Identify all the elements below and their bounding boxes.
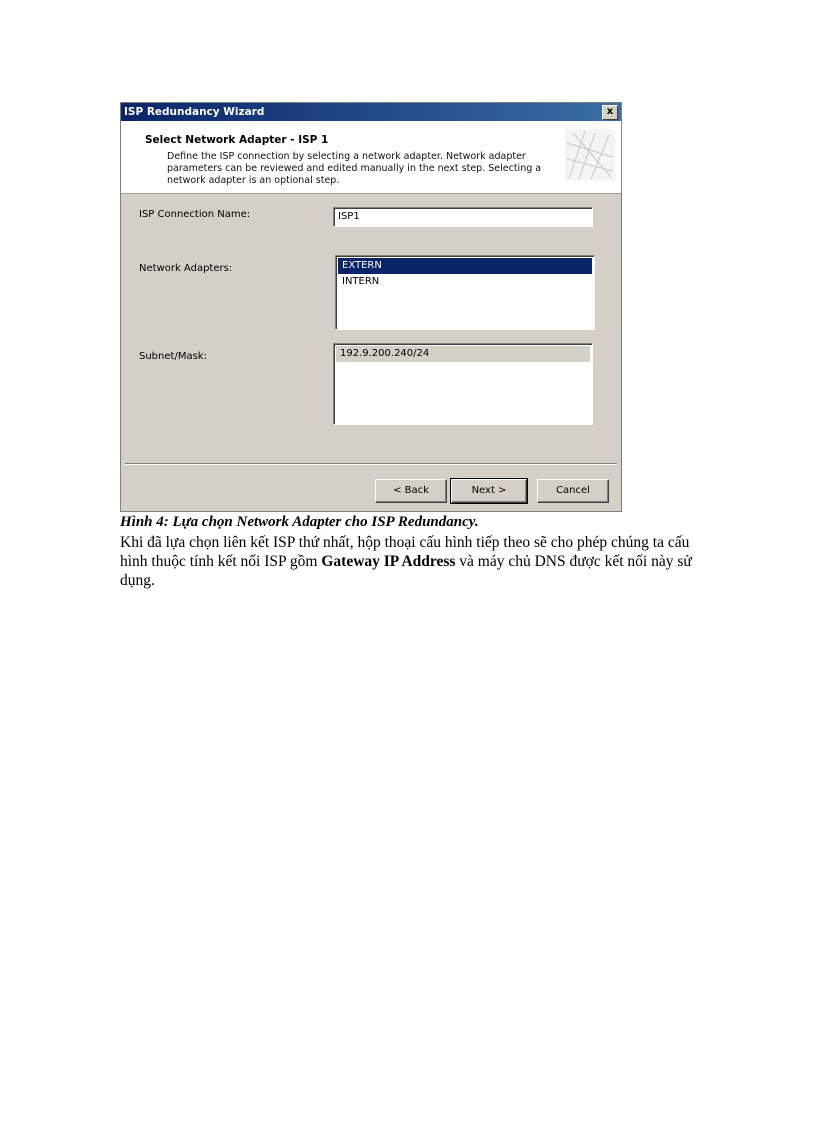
paragraph-bold-term: Gateway IP Address: [321, 553, 456, 570]
footer-divider: [125, 463, 617, 465]
subnet-mask-item[interactable]: 192.9.200.240/24: [336, 346, 590, 362]
wizard-step-description: Define the ISP connection by selecting a…: [167, 151, 542, 186]
network-adapters-listbox[interactable]: EXTERN INTERN: [335, 255, 595, 330]
wizard-step-title: Select Network Adapter - ISP 1: [145, 134, 329, 146]
figure-caption: Hình 4: Lựa chọn Network Adapter cho ISP…: [120, 514, 479, 530]
network-adapter-item[interactable]: EXTERN: [338, 258, 592, 274]
body-paragraph: Khi đã lựa chọn liên kết ISP thứ nhất, h…: [120, 533, 710, 590]
cancel-button[interactable]: Cancel: [537, 479, 609, 503]
subnet-mask-listbox[interactable]: 192.9.200.240/24: [333, 343, 593, 425]
isp-connection-name-label: ISP Connection Name:: [139, 209, 251, 220]
subnet-mask-label: Subnet/Mask:: [139, 351, 207, 362]
next-button[interactable]: Next >: [450, 478, 528, 504]
dialog-titlebar: ISP Redundancy Wizard x: [121, 103, 621, 121]
dialog-title: ISP Redundancy Wizard: [124, 106, 265, 118]
wizard-banner-icon: [565, 129, 615, 181]
wizard-header: Select Network Adapter - ISP 1 Define th…: [121, 121, 621, 194]
network-adapters-label: Network Adapters:: [139, 263, 233, 274]
isp-redundancy-wizard-dialog: ISP Redundancy Wizard x Select Network A…: [120, 102, 622, 512]
close-icon[interactable]: x: [602, 105, 618, 120]
network-adapter-item[interactable]: INTERN: [338, 274, 592, 290]
back-button[interactable]: < Back: [375, 479, 447, 503]
isp-connection-name-input[interactable]: ISP1: [333, 207, 593, 227]
